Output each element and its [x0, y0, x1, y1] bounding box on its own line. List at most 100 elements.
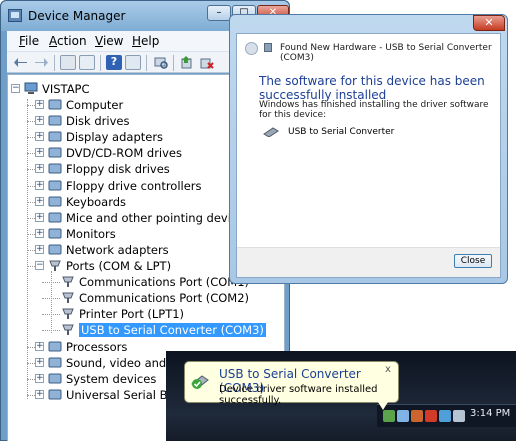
- menu-help[interactable]: Help: [132, 34, 159, 48]
- tree-item-label: Computer: [66, 98, 124, 112]
- wizard-header-title: Found New Hardware - USB to Serial Conve…: [280, 43, 492, 63]
- tree-item-label: Display adapters: [66, 130, 164, 145]
- help-icon[interactable]: ?: [106, 55, 122, 70]
- tree-connector-line: [27, 169, 35, 171]
- alert-tray-icon[interactable]: [425, 410, 437, 422]
- network-tray-icon[interactable]: [397, 410, 409, 422]
- uninstall-icon[interactable]: [199, 55, 215, 70]
- tree-item-label: Floppy disk drives: [66, 162, 170, 177]
- controller-icon: [48, 179, 62, 192]
- processor-icon: [48, 340, 62, 353]
- tree-connector-line: [42, 282, 60, 284]
- device-name: USB to Serial Converter: [288, 127, 395, 137]
- tree-item-label: Monitors: [66, 226, 116, 241]
- tree-item-label: Printer Port (LPT1): [79, 307, 185, 322]
- keyboard-icon: [48, 195, 62, 208]
- menu-action[interactable]: Action: [49, 34, 87, 48]
- tree-connector-line: [42, 314, 60, 316]
- tree-item-label: Communications Port (COM1): [79, 275, 250, 290]
- expand-icon[interactable]: +: [35, 357, 44, 367]
- computer-icon: [24, 82, 38, 95]
- close-x-button[interactable]: ✕: [473, 15, 505, 31]
- tree-item-label: Mice and other pointing devices: [66, 210, 251, 225]
- tree-item-label: Keyboards: [66, 194, 127, 209]
- tree-item-label: Disk drives: [66, 114, 130, 129]
- finished-text: Windows has finished installing the driv…: [259, 100, 489, 120]
- expand-icon[interactable]: +: [35, 164, 44, 174]
- monitor-icon: [48, 227, 62, 240]
- tree-connector-line: [27, 249, 35, 251]
- expand-icon[interactable]: +: [35, 196, 44, 206]
- tree-connector-line: [27, 233, 35, 235]
- tree-item-label: Network adapters: [66, 242, 169, 257]
- tree-connector-line: [27, 201, 35, 203]
- tree-connector-line: [27, 137, 35, 139]
- mouse-icon: [48, 211, 62, 224]
- network-icon: [48, 243, 62, 256]
- notification-balloon[interactable]: USB to Serial Converter (COM3) Device dr…: [184, 361, 399, 410]
- tree-item-label: DVD/CD-ROM drives: [66, 146, 182, 161]
- security-tray-icon[interactable]: [411, 410, 423, 422]
- taskbar-clock[interactable]: 3:14 PM: [470, 408, 510, 419]
- port-icon: [61, 323, 75, 336]
- tree-item-label: Ports (COM & LPT): [66, 259, 172, 273]
- forward-arrow-icon[interactable]: [33, 55, 49, 70]
- tree-connector-line: [27, 217, 35, 219]
- tree-root-label: VISTAPC: [42, 82, 90, 96]
- expand-icon[interactable]: +: [35, 116, 44, 126]
- tree-connector-line: [27, 185, 35, 187]
- scan-hardware-icon[interactable]: [153, 55, 169, 70]
- expand-icon[interactable]: +: [35, 180, 44, 190]
- menu-view[interactable]: View: [95, 34, 123, 48]
- properties-icon[interactable]: [79, 55, 95, 70]
- tree-connector-line: [27, 346, 35, 348]
- tree-connector-line: [27, 105, 35, 106]
- port-icon: [61, 275, 75, 288]
- expand-icon[interactable]: +: [35, 132, 44, 142]
- system-icon: [48, 372, 62, 385]
- tree-connector-line: [27, 378, 35, 380]
- expand-icon[interactable]: +: [35, 148, 44, 158]
- sound-icon: [48, 356, 62, 369]
- toolbar-separator: [146, 55, 147, 71]
- serial-converter-icon: [263, 126, 279, 138]
- balloon-close-button[interactable]: x: [385, 364, 391, 375]
- update-driver-icon[interactable]: [179, 55, 195, 70]
- volume-icon[interactable]: [453, 410, 465, 422]
- tree-connector-line: [27, 362, 35, 364]
- expand-icon[interactable]: +: [35, 341, 44, 351]
- display-adapter-icon: [48, 130, 62, 143]
- back-arrow-icon[interactable]: [245, 42, 258, 55]
- port-icon: [48, 259, 62, 272]
- minimize-button[interactable]: –: [207, 5, 231, 21]
- hardware-tray-icon[interactable]: [383, 410, 395, 422]
- expand-icon[interactable]: +: [35, 212, 44, 222]
- expand-icon[interactable]: +: [35, 373, 44, 383]
- toolbar-separator: [173, 55, 174, 71]
- tree-connector-line: [27, 153, 35, 155]
- tree-item-label: Floppy drive controllers: [66, 178, 202, 193]
- wizard-content: Found New Hardware - USB to Serial Conve…: [236, 33, 501, 278]
- back-arrow-icon[interactable]: [13, 55, 29, 70]
- expand-icon[interactable]: +: [35, 228, 44, 238]
- port-icon: [61, 291, 75, 304]
- tree-connector-line: [42, 330, 60, 332]
- close-button[interactable]: Close: [454, 254, 492, 268]
- expand-icon[interactable]: +: [35, 100, 44, 109]
- connection-tray-icon[interactable]: [439, 410, 451, 422]
- tree-item-label: USB to Serial Converter (COM3): [79, 323, 266, 338]
- toolbar-separator: [54, 55, 55, 71]
- tree-connector-line: [27, 394, 35, 396]
- success-heading: The software for this device has been su…: [259, 74, 485, 102]
- expand-icon[interactable]: +: [35, 244, 44, 254]
- collapse-icon[interactable]: −: [35, 261, 44, 270]
- collapse-icon[interactable]: −: [11, 84, 20, 93]
- expand-icon[interactable]: +: [35, 389, 44, 399]
- tree-item-label: Processors: [66, 339, 128, 354]
- tree-item-label: Communications Port (COM2): [79, 291, 250, 306]
- view-icon[interactable]: [125, 55, 141, 70]
- floppy-icon: [48, 162, 62, 175]
- tree-connector-line: [42, 298, 60, 300]
- menu-file[interactable]: File: [19, 34, 39, 48]
- show-hide-tree-icon[interactable]: [60, 55, 76, 70]
